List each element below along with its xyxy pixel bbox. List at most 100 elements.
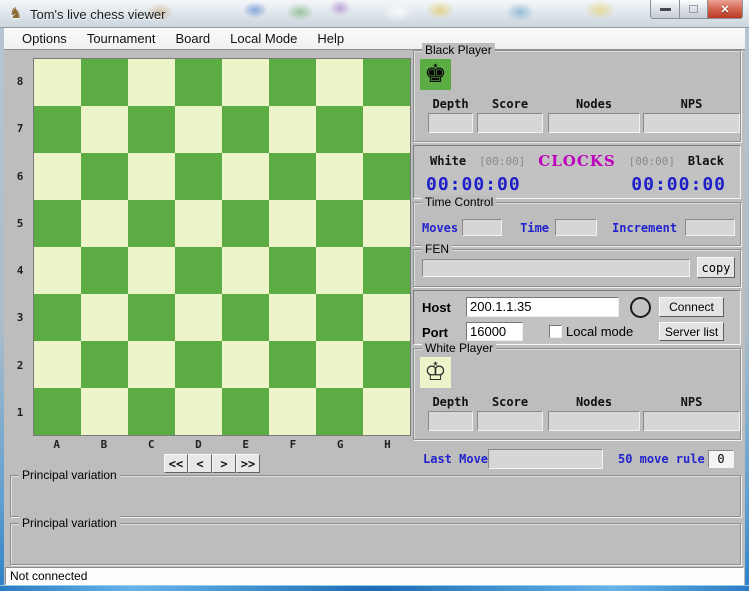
square-a8[interactable] [34, 59, 81, 106]
square-c1[interactable] [128, 388, 175, 435]
menu-options[interactable]: Options [12, 28, 77, 49]
maximize-icon [689, 5, 698, 13]
square-a3[interactable] [34, 294, 81, 341]
connect-button[interactable]: Connect [659, 297, 724, 317]
board-file-labels: A B C D E F G H [33, 438, 411, 452]
square-e1[interactable] [222, 388, 269, 435]
square-f2[interactable] [269, 341, 316, 388]
square-h1[interactable] [363, 388, 410, 435]
square-a6[interactable] [34, 153, 81, 200]
square-e3[interactable] [222, 294, 269, 341]
square-a5[interactable] [34, 200, 81, 247]
copy-button[interactable]: copy [697, 257, 735, 278]
port-input[interactable]: 16000 [466, 322, 523, 341]
square-f5[interactable] [269, 200, 316, 247]
fifty-move-rule-label: 50 move rule [618, 452, 705, 466]
clocks-panel: White [00:00] CLOCKS [00:00] Black 00:00… [413, 145, 741, 199]
square-h7[interactable] [363, 106, 410, 153]
minimize-button[interactable] [650, 0, 680, 19]
close-icon: ✕ [720, 3, 730, 16]
square-f6[interactable] [269, 153, 316, 200]
square-h2[interactable] [363, 341, 410, 388]
host-input[interactable]: 200.1.1.35 [466, 297, 619, 317]
square-f7[interactable] [269, 106, 316, 153]
nav-first-button[interactable]: << [164, 454, 188, 473]
square-c3[interactable] [128, 294, 175, 341]
server-list-button[interactable]: Server list [659, 322, 724, 341]
square-g8[interactable] [316, 59, 363, 106]
nav-last-button[interactable]: >> [236, 454, 260, 473]
square-e7[interactable] [222, 106, 269, 153]
square-b7[interactable] [81, 106, 128, 153]
square-h4[interactable] [363, 247, 410, 294]
square-f4[interactable] [269, 247, 316, 294]
moves-label: Moves [422, 220, 459, 235]
square-g4[interactable] [316, 247, 363, 294]
square-g1[interactable] [316, 388, 363, 435]
square-b2[interactable] [81, 341, 128, 388]
square-b5[interactable] [81, 200, 128, 247]
square-e4[interactable] [222, 247, 269, 294]
square-c4[interactable] [128, 247, 175, 294]
square-h5[interactable] [363, 200, 410, 247]
host-label: Host [422, 300, 451, 315]
time-field[interactable] [555, 219, 598, 236]
square-f8[interactable] [269, 59, 316, 106]
square-d6[interactable] [175, 153, 222, 200]
increment-field[interactable] [685, 219, 736, 236]
square-e2[interactable] [222, 341, 269, 388]
close-button[interactable]: ✕ [708, 0, 743, 19]
square-c6[interactable] [128, 153, 175, 200]
square-a2[interactable] [34, 341, 81, 388]
menu-board[interactable]: Board [165, 28, 220, 49]
square-d2[interactable] [175, 341, 222, 388]
square-h3[interactable] [363, 294, 410, 341]
square-e8[interactable] [222, 59, 269, 106]
local-mode-checkbox[interactable] [549, 325, 562, 338]
square-d1[interactable] [175, 388, 222, 435]
square-g7[interactable] [316, 106, 363, 153]
square-d8[interactable] [175, 59, 222, 106]
square-g2[interactable] [316, 341, 363, 388]
fen-field[interactable] [422, 259, 690, 277]
menu-help[interactable]: Help [307, 28, 354, 49]
square-c7[interactable] [128, 106, 175, 153]
square-b3[interactable] [81, 294, 128, 341]
square-d5[interactable] [175, 200, 222, 247]
square-c2[interactable] [128, 341, 175, 388]
app-knight-icon: ♞ [9, 5, 23, 22]
square-h6[interactable] [363, 153, 410, 200]
square-g3[interactable] [316, 294, 363, 341]
square-f1[interactable] [269, 388, 316, 435]
square-a4[interactable] [34, 247, 81, 294]
square-g6[interactable] [316, 153, 363, 200]
square-f3[interactable] [269, 294, 316, 341]
menu-local-mode[interactable]: Local Mode [220, 28, 307, 49]
square-d3[interactable] [175, 294, 222, 341]
moves-field[interactable] [462, 219, 503, 236]
nav-next-button[interactable]: > [212, 454, 236, 473]
black-player-label: Black Player [422, 43, 495, 57]
rank-label-8: 8 [16, 75, 24, 89]
chess-board[interactable] [33, 58, 411, 436]
square-c5[interactable] [128, 200, 175, 247]
black-score-field [477, 113, 543, 133]
maximize-button[interactable] [680, 0, 708, 19]
white-score-field [477, 411, 543, 431]
square-a7[interactable] [34, 106, 81, 153]
square-g5[interactable] [316, 200, 363, 247]
square-c8[interactable] [128, 59, 175, 106]
square-a1[interactable] [34, 388, 81, 435]
menu-tournament[interactable]: Tournament [77, 28, 166, 49]
nav-prev-button[interactable]: < [188, 454, 212, 473]
square-h8[interactable] [363, 59, 410, 106]
square-e6[interactable] [222, 153, 269, 200]
square-d7[interactable] [175, 106, 222, 153]
square-b1[interactable] [81, 388, 128, 435]
title-bar[interactable]: ♞ Tom's live chess viewer ✕ [0, 0, 749, 28]
square-b6[interactable] [81, 153, 128, 200]
square-d4[interactable] [175, 247, 222, 294]
square-b8[interactable] [81, 59, 128, 106]
square-b4[interactable] [81, 247, 128, 294]
square-e5[interactable] [222, 200, 269, 247]
